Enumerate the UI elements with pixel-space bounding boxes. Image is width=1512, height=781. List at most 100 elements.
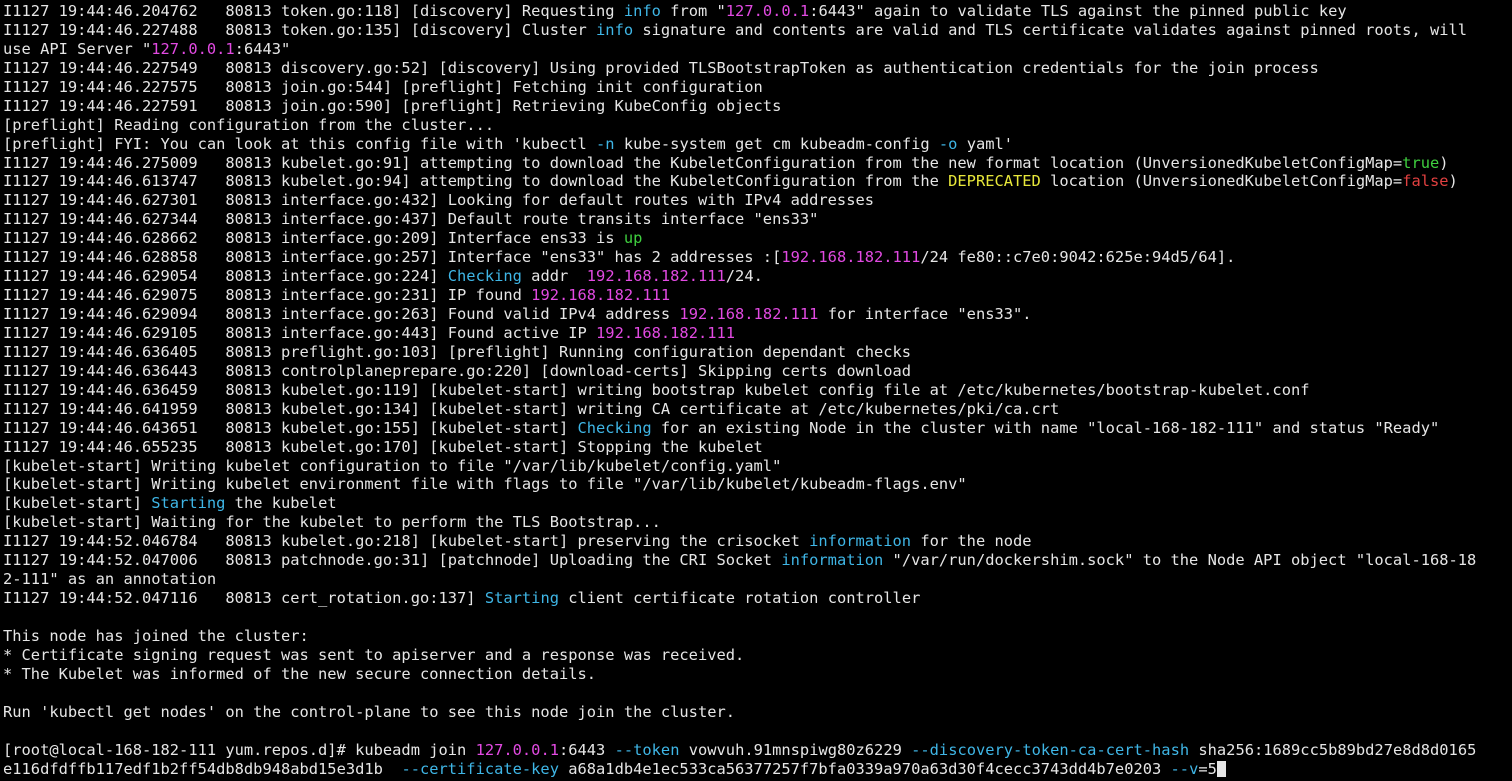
terminal-line: I1127 19:44:46.629054 80813 interface.go… <box>3 267 1512 286</box>
terminal-line: I1127 19:44:46.641959 80813 kubelet.go:1… <box>3 400 1512 419</box>
terminal-text-segment: [kubelet-start] Waiting for the kubelet … <box>3 513 661 532</box>
terminal-line: This node has joined the cluster: <box>3 627 1512 646</box>
terminal-text-segment: signature and contents are valid and TLS… <box>633 20 1468 39</box>
terminal-text-segment: vowvuh.91mnspiwg80z6229 <box>679 740 912 759</box>
terminal-text-segment: [kubelet-start] Writing kubelet configur… <box>3 456 782 475</box>
terminal-line: * Certificate signing request was sent t… <box>3 646 1512 665</box>
terminal-line: I1127 19:44:46.636459 80813 kubelet.go:1… <box>3 381 1512 400</box>
terminal-text-segment: a68a1db4e1ec533ca56377257f7bfa0339a970a6… <box>558 759 1171 778</box>
terminal-cursor[interactable] <box>1216 760 1226 777</box>
terminal-text-segment: true <box>1402 153 1440 172</box>
terminal-text-segment: I1127 19:44:46.636405 80813 preflight.go… <box>3 342 912 361</box>
terminal-text-segment: I1127 19:44:46.629094 80813 interface.go… <box>3 305 680 323</box>
terminal-text-segment: I1127 19:44:46.613747 80813 kubelet.go:9… <box>3 172 949 191</box>
terminal-text-segment: I1127 19:44:46.227488 80813 token.go:135… <box>3 20 597 39</box>
terminal-text-segment: I1127 19:44:46.636459 80813 kubelet.go:1… <box>3 380 1310 399</box>
terminal-text-segment: 127.0.0.1 <box>151 39 235 58</box>
terminal-text-segment: 127.0.0.1 <box>725 2 810 20</box>
terminal-text-segment: 192.168.182.111 <box>679 305 819 323</box>
terminal-text-segment: Checking <box>447 267 522 286</box>
terminal-text-segment: :6443" <box>234 39 291 58</box>
terminal-text-segment: [kubelet-start] <box>3 494 152 513</box>
terminal-line: * The Kubelet was informed of the new se… <box>3 665 1512 684</box>
terminal-text-segment: the kubelet <box>225 494 337 513</box>
terminal-text-segment: I1127 19:44:46.227549 80813 discovery.go… <box>3 58 1319 77</box>
terminal-text-segment: e116dfdffb117edf1b2ff54db8db948abd15e3d1… <box>3 759 402 778</box>
terminal-text-segment: I1127 19:44:46.627301 80813 interface.go… <box>3 191 874 210</box>
terminal-text-segment: location (UnversionedKubeletConfigMap= <box>1040 172 1403 191</box>
terminal-text-segment: from " <box>660 2 726 20</box>
terminal-text-segment: I1127 19:44:46.643651 80813 kubelet.go:1… <box>3 418 578 437</box>
terminal-text-segment: /24. <box>725 267 763 286</box>
terminal-text-segment: 192.168.182.111 <box>531 286 671 305</box>
terminal-line: I1127 19:44:46.613747 80813 kubelet.go:9… <box>3 172 1512 191</box>
terminal-line: I1127 19:44:46.629094 80813 interface.go… <box>3 305 1512 324</box>
terminal-text-segment: use API Server " <box>3 39 152 58</box>
terminal-text-segment: for interface "ens33". <box>818 305 1032 323</box>
terminal-text-segment: [kubelet-start] Writing kubelet environm… <box>3 475 967 494</box>
terminal-text-segment: Starting <box>151 494 226 513</box>
terminal-text-segment: information <box>781 551 884 570</box>
terminal-window[interactable]: I1127 19:44:46.204762 80813 token.go:118… <box>0 0 1512 781</box>
terminal-line: I1127 19:44:46.227591 80813 join.go:590]… <box>3 97 1512 116</box>
terminal-text-segment: client certificate rotation controller <box>558 589 921 608</box>
terminal-text-segment: I1127 19:44:46.227575 80813 join.go:544]… <box>3 77 763 96</box>
terminal-text-segment: * The Kubelet was informed of the new se… <box>3 664 597 683</box>
terminal-line: 2-111" as an annotation <box>3 570 1512 589</box>
terminal-line: I1127 19:44:46.628858 80813 interface.go… <box>3 248 1512 267</box>
terminal-text-segment: "/var/run/dockershim.sock" to the Node A… <box>883 551 1477 570</box>
terminal-line: [kubelet-start] Starting the kubelet <box>3 494 1512 513</box>
terminal-text-segment: I1127 19:44:52.047006 80813 patchnode.go… <box>3 551 782 570</box>
terminal-text-segment: I1127 19:44:46.227591 80813 join.go:590]… <box>3 96 782 115</box>
terminal-line: I1127 19:44:46.627344 80813 interface.go… <box>3 210 1512 229</box>
terminal-line: I1127 19:44:46.227549 80813 discovery.go… <box>3 59 1512 78</box>
terminal-text-segment: sha256:1689cc5b89bd27e8d8d0165 <box>1189 740 1477 759</box>
terminal-line: Run 'kubectl get nodes' on the control-p… <box>3 703 1512 722</box>
terminal-text-segment: 2-111" as an annotation <box>3 570 217 589</box>
terminal-text-segment: --token <box>614 740 680 759</box>
terminal-text-segment: I1127 19:44:46.655235 80813 kubelet.go:1… <box>3 437 763 456</box>
terminal-text-segment: DEPRECATED <box>948 172 1041 191</box>
terminal-text-segment: yaml' <box>957 134 1014 153</box>
terminal-text-segment: Starting <box>484 589 559 608</box>
terminal-text-segment: for the node <box>911 532 1032 551</box>
terminal-text-segment: I1127 19:44:52.047116 80813 cert_rotatio… <box>3 589 485 608</box>
terminal-text-segment: ) <box>1439 153 1449 172</box>
terminal-text-segment: Checking <box>577 418 652 437</box>
terminal-text-segment: for an existing Node in the cluster with… <box>651 418 1440 437</box>
terminal-line: [root@local-168-182-111 yum.repos.d]# ku… <box>3 741 1512 760</box>
terminal-text-segment: up <box>623 229 643 248</box>
terminal-text-segment: --discovery-token-ca-cert-hash <box>911 740 1190 759</box>
terminal-text-segment: :6443 <box>558 740 615 759</box>
terminal-line: [kubelet-start] Waiting for the kubelet … <box>3 513 1512 532</box>
terminal-text-segment: This node has joined the cluster: <box>3 626 309 645</box>
terminal-line: I1127 19:44:46.655235 80813 kubelet.go:1… <box>3 438 1512 457</box>
terminal-line: [preflight] FYI: You can look at this co… <box>3 135 1512 154</box>
terminal-text-segment: --v <box>1170 759 1199 778</box>
terminal-text-segment: /24 fe80::c7e0:9042:625e:94d5/64]. <box>920 248 1236 267</box>
terminal-text-segment: * Certificate signing request was sent t… <box>3 645 745 664</box>
terminal-text-segment: I1127 19:44:46.628858 80813 interface.go… <box>3 248 782 267</box>
terminal-text-segment: I1127 19:44:52.046784 80813 kubelet.go:2… <box>3 532 810 551</box>
terminal-text-segment: info <box>596 20 634 39</box>
terminal-text-segment: ) <box>1448 172 1458 191</box>
terminal-line: I1127 19:44:52.047006 80813 patchnode.go… <box>3 551 1512 570</box>
terminal-text-segment: addr <box>521 267 587 286</box>
terminal-line: I1127 19:44:46.636443 80813 controlplane… <box>3 362 1512 381</box>
terminal-text-segment: I1127 19:44:46.275009 80813 kubelet.go:9… <box>3 153 1403 172</box>
terminal-text-segment: Run 'kubectl get nodes' on the control-p… <box>3 702 736 721</box>
terminal-text-segment: I1127 19:44:46.629054 80813 interface.go… <box>3 267 448 286</box>
terminal-text-segment: -n <box>596 134 615 153</box>
terminal-text-segment: 192.168.182.111 <box>781 248 921 267</box>
terminal-line: I1127 19:44:46.629105 80813 interface.go… <box>3 324 1512 343</box>
terminal-line: I1127 19:44:46.643651 80813 kubelet.go:1… <box>3 419 1512 438</box>
terminal-text-segment: I1127 19:44:46.641959 80813 kubelet.go:1… <box>3 399 1060 418</box>
terminal-line: [kubelet-start] Writing kubelet configur… <box>3 457 1512 476</box>
terminal-line: I1127 19:44:46.627301 80813 interface.go… <box>3 191 1512 210</box>
terminal-line: use API Server "127.0.0.1:6443" <box>3 40 1512 59</box>
terminal-text-segment: information <box>809 532 912 551</box>
terminal-text-segment: 192.168.182.111 <box>596 323 736 342</box>
